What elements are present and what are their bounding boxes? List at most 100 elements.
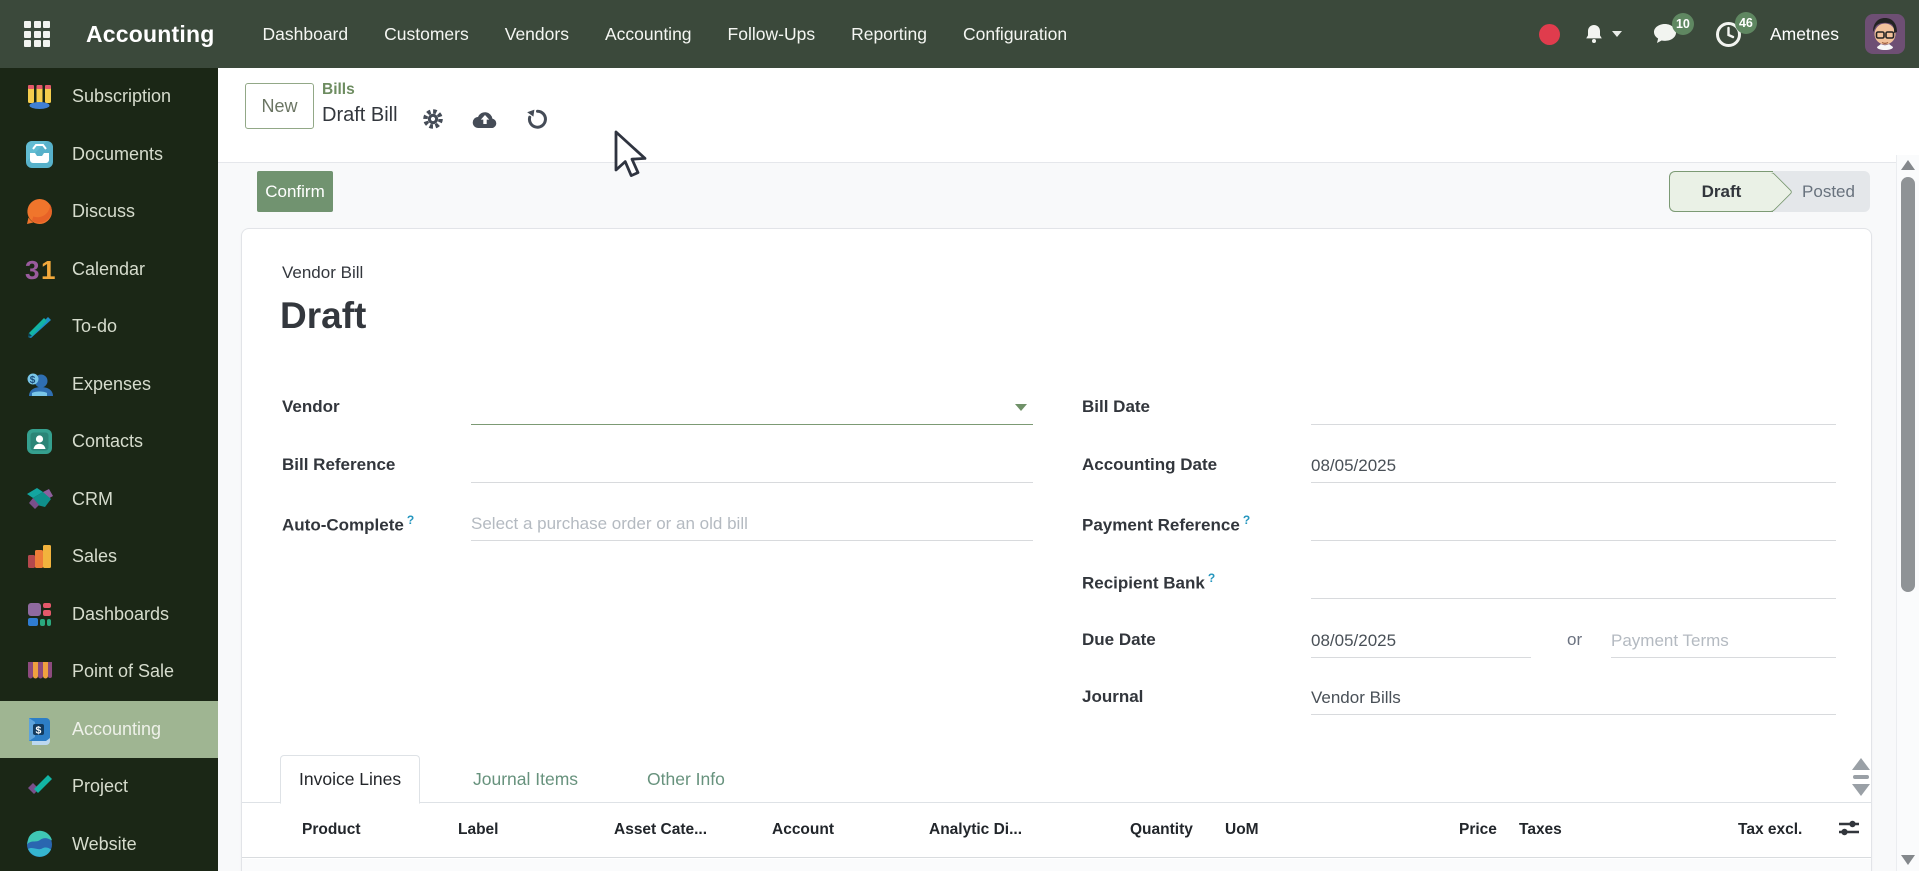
auto-complete-input[interactable]: Select a purchase order or an old bill	[471, 508, 1033, 541]
menu-accounting[interactable]: Accounting	[591, 14, 706, 55]
activities-button[interactable]: 46	[1715, 11, 1757, 48]
sidebar-item-label: Subscription	[72, 86, 172, 107]
sidebar-item-label: Dashboards	[72, 603, 170, 624]
col-quantity[interactable]: Quantity	[1130, 821, 1193, 839]
avatar[interactable]	[1865, 14, 1905, 54]
calendar-icon: 3 1	[25, 255, 55, 285]
control-panel: New Bills Draft Bill	[218, 68, 1919, 163]
todo-icon	[28, 317, 51, 339]
col-uom[interactable]: UoM	[1225, 821, 1259, 839]
user-name[interactable]: Ametnes	[1770, 24, 1839, 45]
payment-reference-input[interactable]	[1311, 508, 1836, 541]
top-navbar: Accounting Dashboard Customers Vendors A…	[0, 0, 1919, 68]
vendor-input[interactable]	[471, 392, 1033, 425]
sidebar-item-subscription[interactable]: Subscription	[0, 68, 218, 126]
auto-complete-placeholder: Select a purchase order or an old bill	[471, 514, 748, 533]
app-title[interactable]: Accounting	[86, 21, 215, 48]
menu-reporting[interactable]: Reporting	[837, 14, 941, 55]
col-label[interactable]: Label	[458, 821, 498, 839]
help-marker-icon[interactable]: ?	[407, 513, 414, 527]
optional-columns-icon[interactable]	[1836, 817, 1862, 844]
sidebar-item-project[interactable]: Project	[0, 758, 218, 816]
sidebar-item-sales[interactable]: Sales	[0, 528, 218, 586]
sidebar-item-expenses[interactable]: $ Expenses	[0, 356, 218, 414]
sidebar-item-documents[interactable]: Documents	[0, 126, 218, 184]
menu-follow-ups[interactable]: Follow-Ups	[714, 14, 830, 55]
breadcrumb-current: Draft Bill	[322, 104, 398, 126]
apps-grid-icon[interactable]	[24, 21, 50, 47]
messages-button[interactable]: 10	[1652, 12, 1694, 47]
notebook-scroller[interactable]	[1848, 758, 1874, 796]
scroll-down-icon[interactable]	[1852, 784, 1870, 796]
payment-terms-input[interactable]: Payment Terms	[1611, 625, 1836, 658]
tab-journal-items[interactable]: Journal Items	[455, 755, 596, 803]
menu-vendors[interactable]: Vendors	[491, 14, 583, 55]
sidebar-item-calendar[interactable]: 3 1 Calendar	[0, 241, 218, 299]
main-content: New Bills Draft Bill Confirm Draft Poste…	[218, 68, 1919, 871]
notebook-tabs: Invoice Lines Journal Items Other Info	[242, 755, 1871, 804]
col-price[interactable]: Price	[1459, 821, 1497, 839]
sidebar-item-point-of-sale[interactable]: Point of Sale	[0, 643, 218, 701]
confirm-button[interactable]: Confirm	[257, 171, 333, 212]
journal-input[interactable]: Vendor Bills	[1311, 682, 1836, 715]
sidebar-item-discuss[interactable]: Discuss	[0, 183, 218, 241]
app-sidebar: Subscription Documents Discuss 3 1 Calen	[0, 68, 218, 871]
breadcrumb-bills-link[interactable]: Bills	[322, 81, 355, 99]
sidebar-item-label: CRM	[72, 488, 113, 509]
menu-configuration[interactable]: Configuration	[949, 14, 1081, 55]
cloud-save-icon[interactable]	[472, 109, 498, 129]
activities-count-badge: 46	[1734, 11, 1757, 34]
scrollbar-thumb[interactable]	[1901, 177, 1915, 592]
col-account[interactable]: Account	[772, 821, 834, 839]
bill-reference-input[interactable]	[471, 450, 1033, 483]
scroll-up-icon[interactable]	[1852, 758, 1870, 770]
new-button[interactable]: New	[245, 83, 314, 129]
bill-date-label: Bill Date	[1082, 397, 1151, 416]
recipient-bank-label: Recipient Bank?	[1082, 571, 1216, 593]
accounting-date-input[interactable]: 08/05/2025	[1311, 450, 1836, 483]
or-label: or	[1567, 630, 1583, 649]
scrollbar-up-arrow[interactable]	[1901, 160, 1915, 170]
bill-form-sheet: Vendor Bill Draft Vendor Bill Reference …	[241, 228, 1872, 871]
svg-text:1: 1	[41, 255, 55, 285]
vendor-label: Vendor	[282, 397, 340, 416]
due-date-input[interactable]: 08/05/2025	[1311, 625, 1531, 658]
sidebar-item-label: Sales	[72, 546, 118, 567]
state-draft[interactable]: Draft	[1669, 171, 1773, 212]
sidebar-item-website[interactable]: Website	[0, 816, 218, 871]
sidebar-item-dashboards[interactable]: Dashboards	[0, 586, 218, 644]
discard-rotate-icon[interactable]	[526, 108, 549, 130]
sidebar-item-todo[interactable]: To-do	[0, 298, 218, 356]
sidebar-item-label: Documents	[72, 143, 164, 164]
col-analytic-distribution[interactable]: Analytic Di...	[929, 821, 1022, 839]
contacts-icon	[27, 429, 52, 455]
vertical-scrollbar[interactable]	[1896, 155, 1919, 871]
sidebar-item-label: Point of Sale	[72, 661, 175, 682]
sidebar-item-accounting[interactable]: $ Accounting	[0, 700, 218, 758]
vendor-dropdown-caret[interactable]	[1015, 404, 1027, 411]
svg-text:$: $	[36, 724, 42, 736]
tab-other-info[interactable]: Other Info	[629, 755, 743, 803]
subscription-icon	[28, 85, 51, 110]
notifications-bell[interactable]	[1582, 22, 1622, 46]
dashboards-icon	[28, 602, 51, 626]
state-selector: Draft Posted	[1669, 171, 1870, 212]
menu-customers[interactable]: Customers	[370, 14, 483, 55]
col-asset-category[interactable]: Asset Cate...	[614, 821, 707, 839]
bill-date-input[interactable]	[1311, 392, 1836, 425]
sales-icon	[28, 545, 51, 569]
col-product[interactable]: Product	[302, 821, 361, 839]
sidebar-item-crm[interactable]: CRM	[0, 471, 218, 529]
menu-dashboard[interactable]: Dashboard	[249, 14, 363, 55]
tab-invoice-lines[interactable]: Invoice Lines	[280, 755, 421, 804]
help-marker-icon[interactable]: ?	[1208, 571, 1215, 585]
empty-line-row[interactable]	[242, 859, 1871, 871]
scrollbar-down-arrow[interactable]	[1901, 855, 1915, 865]
col-taxes[interactable]: Taxes	[1519, 821, 1562, 839]
recipient-bank-input[interactable]	[1311, 566, 1836, 599]
sidebar-item-contacts[interactable]: Contacts	[0, 413, 218, 471]
col-tax-excl[interactable]: Tax excl.	[1738, 821, 1802, 839]
help-marker-icon[interactable]: ?	[1243, 513, 1250, 527]
gear-icon[interactable]	[422, 108, 444, 130]
bill-reference-label: Bill Reference	[282, 455, 396, 474]
